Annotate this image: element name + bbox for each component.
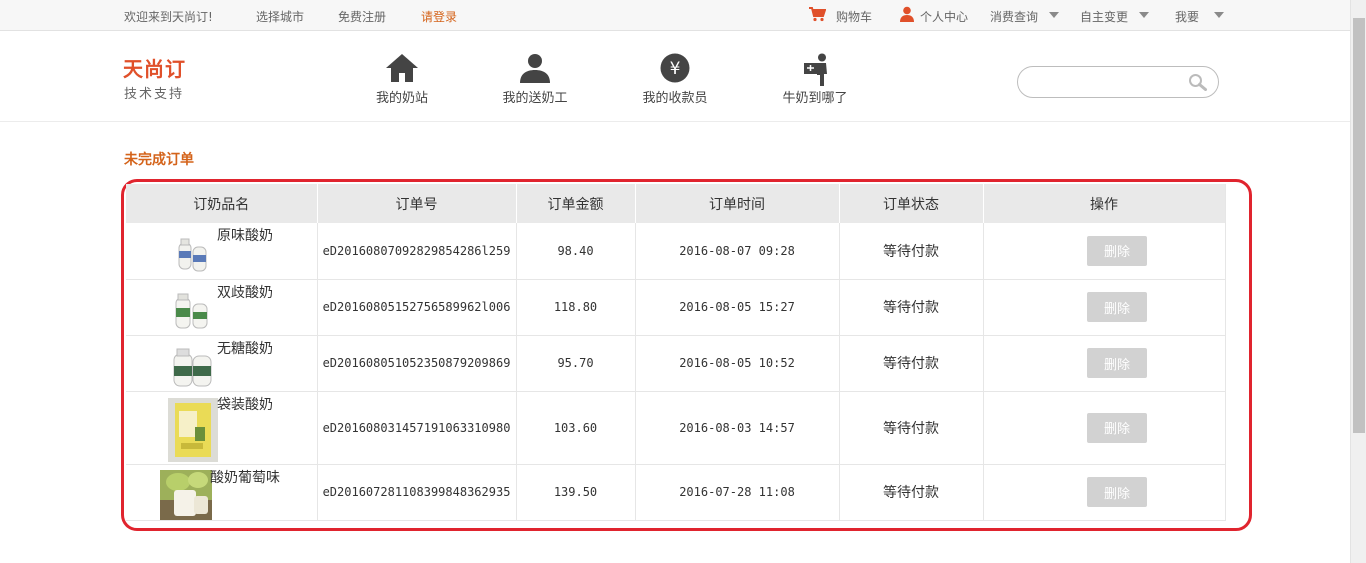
nav-my-cashier[interactable]: ¥ 我的收款员: [620, 53, 730, 106]
delivery-icon: [804, 53, 827, 86]
nav-label: 我的奶站: [375, 91, 428, 106]
nav-milk-tracking[interactable]: 牛奶到哪了: [760, 53, 870, 106]
order-status: 等待付款: [839, 391, 984, 465]
action-cell: 删除: [983, 335, 1226, 392]
home-icon: [386, 54, 418, 82]
scrollbar-thumb[interactable]: [1353, 18, 1365, 433]
section-title: 未完成订单: [124, 152, 194, 168]
select-city-link[interactable]: 选择城市: [256, 8, 304, 25]
header: 天尚订 技术支持 我的奶站 我的送奶工 ¥ 我的收款员 牛奶到哪了: [0, 31, 1350, 122]
nav-my-milk-station[interactable]: 我的奶站: [347, 53, 457, 106]
column-header: 操作: [983, 184, 1226, 223]
product-image[interactable]: [176, 233, 210, 273]
top-bar: 欢迎来到天尚订! 选择城市 免费注册 请登录 购物车 个人中心 消费查询 自主变…: [0, 0, 1350, 31]
order-status: 等待付款: [839, 464, 984, 521]
action-cell: 删除: [983, 391, 1226, 465]
table-row: 无糖酸奶 eD201608051052350879209869 95.70 20…: [126, 335, 1226, 392]
order-amount: 98.40: [516, 223, 636, 280]
register-link[interactable]: 免费注册: [338, 8, 386, 25]
nav-my-milkman[interactable]: 我的送奶工: [480, 53, 590, 106]
user-center-link[interactable]: 个人中心: [920, 8, 968, 25]
product-cell: 酸奶葡萄味: [126, 464, 318, 521]
table-row: 酸奶葡萄味 eD201607281108399848362935 139.50 …: [126, 464, 1226, 521]
chevron-down-icon[interactable]: [1214, 12, 1224, 18]
product-name: 无糖酸奶: [217, 340, 273, 357]
nav-label: 我的送奶工: [502, 91, 568, 106]
user-icon[interactable]: [900, 6, 914, 25]
yen-icon: ¥: [660, 53, 690, 83]
delete-button[interactable]: 删除: [1087, 235, 1147, 266]
nav-label: 我的收款员: [642, 91, 708, 106]
action-cell: 删除: [983, 279, 1226, 336]
table-row: 原味酸奶 eD20160807092829854286l259 98.40 20…: [126, 223, 1226, 280]
delete-button[interactable]: 删除: [1087, 477, 1147, 507]
svg-text:¥: ¥: [670, 59, 681, 79]
search-input[interactable]: [1030, 73, 1180, 91]
product-cell: 无糖酸奶: [126, 335, 318, 392]
table-header-row: 订奶品名 订单号 订单金额 订单时间 订单状态 操作: [126, 184, 1226, 223]
consume-query-menu[interactable]: 消费查询: [990, 8, 1038, 25]
order-amount: 103.60: [516, 391, 636, 465]
delete-button[interactable]: 删除: [1087, 348, 1147, 378]
welcome-text: 欢迎来到天尚订!: [124, 10, 213, 24]
order-status: 等待付款: [839, 335, 984, 392]
column-header: 订单号: [317, 184, 517, 223]
order-time: 2016-08-05 10:52: [635, 335, 840, 392]
delete-button[interactable]: 删除: [1087, 412, 1147, 443]
order-number: eD20160805152756589962l006: [317, 279, 517, 336]
product-image[interactable]: [160, 469, 212, 520]
chevron-down-icon[interactable]: [1049, 12, 1059, 18]
product-cell: 双歧酸奶: [126, 279, 318, 336]
action-cell: 删除: [983, 464, 1226, 521]
person-icon: [520, 54, 550, 83]
order-number: eD201607281108399848362935: [317, 464, 517, 521]
orders-table: 订奶品名 订单号 订单金额 订单时间 订单状态 操作 原味酸奶 eD201608…: [126, 184, 1226, 521]
column-header: 订单时间: [635, 184, 840, 223]
product-cell: 原味酸奶: [126, 223, 318, 280]
column-header: 订单金额: [516, 184, 636, 223]
table-row: 袋装酸奶 eD201608031457191063310980 103.60 2…: [126, 391, 1226, 465]
vertical-scrollbar[interactable]: [1350, 0, 1366, 563]
product-name: 双歧酸奶: [217, 284, 273, 301]
nav-label: 牛奶到哪了: [782, 91, 848, 106]
column-header: 订单状态: [839, 184, 984, 223]
logo-subtitle: 技术支持: [124, 87, 185, 102]
delete-button[interactable]: 删除: [1087, 292, 1147, 322]
i-want-menu[interactable]: 我要: [1175, 8, 1199, 25]
chevron-down-icon[interactable]: [1139, 12, 1149, 18]
order-status: 等待付款: [839, 279, 984, 336]
login-link[interactable]: 请登录: [421, 8, 457, 25]
product-name: 原味酸奶: [217, 228, 273, 244]
order-number: eD20160807092829854286l259: [317, 223, 517, 280]
action-cell: 删除: [983, 223, 1226, 280]
self-change-menu[interactable]: 自主变更: [1080, 8, 1128, 25]
order-time: 2016-07-28 11:08: [635, 464, 840, 521]
product-image[interactable]: [167, 397, 219, 463]
order-number: eD201608031457191063310980: [317, 391, 517, 465]
cart-icon[interactable]: [808, 6, 827, 25]
search-icon[interactable]: [1188, 73, 1208, 95]
search-box[interactable]: [1017, 66, 1219, 98]
order-amount: 95.70: [516, 335, 636, 392]
order-amount: 139.50: [516, 464, 636, 521]
table-row: 双歧酸奶 eD20160805152756589962l006 118.80 2…: [126, 279, 1226, 336]
product-image[interactable]: [174, 290, 210, 330]
product-name: 袋装酸奶: [217, 396, 273, 413]
order-number: eD201608051052350879209869: [317, 335, 517, 392]
logo[interactable]: 天尚订: [123, 53, 186, 82]
order-amount: 118.80: [516, 279, 636, 336]
product-image[interactable]: [172, 344, 214, 388]
cart-link[interactable]: 购物车: [836, 8, 872, 25]
order-time: 2016-08-07 09:28: [635, 223, 840, 280]
column-header: 订奶品名: [126, 184, 318, 223]
order-time: 2016-08-05 15:27: [635, 279, 840, 336]
order-time: 2016-08-03 14:57: [635, 391, 840, 465]
product-cell: 袋装酸奶: [126, 391, 318, 465]
order-status: 等待付款: [839, 223, 984, 280]
product-name: 酸奶葡萄味: [210, 469, 280, 486]
